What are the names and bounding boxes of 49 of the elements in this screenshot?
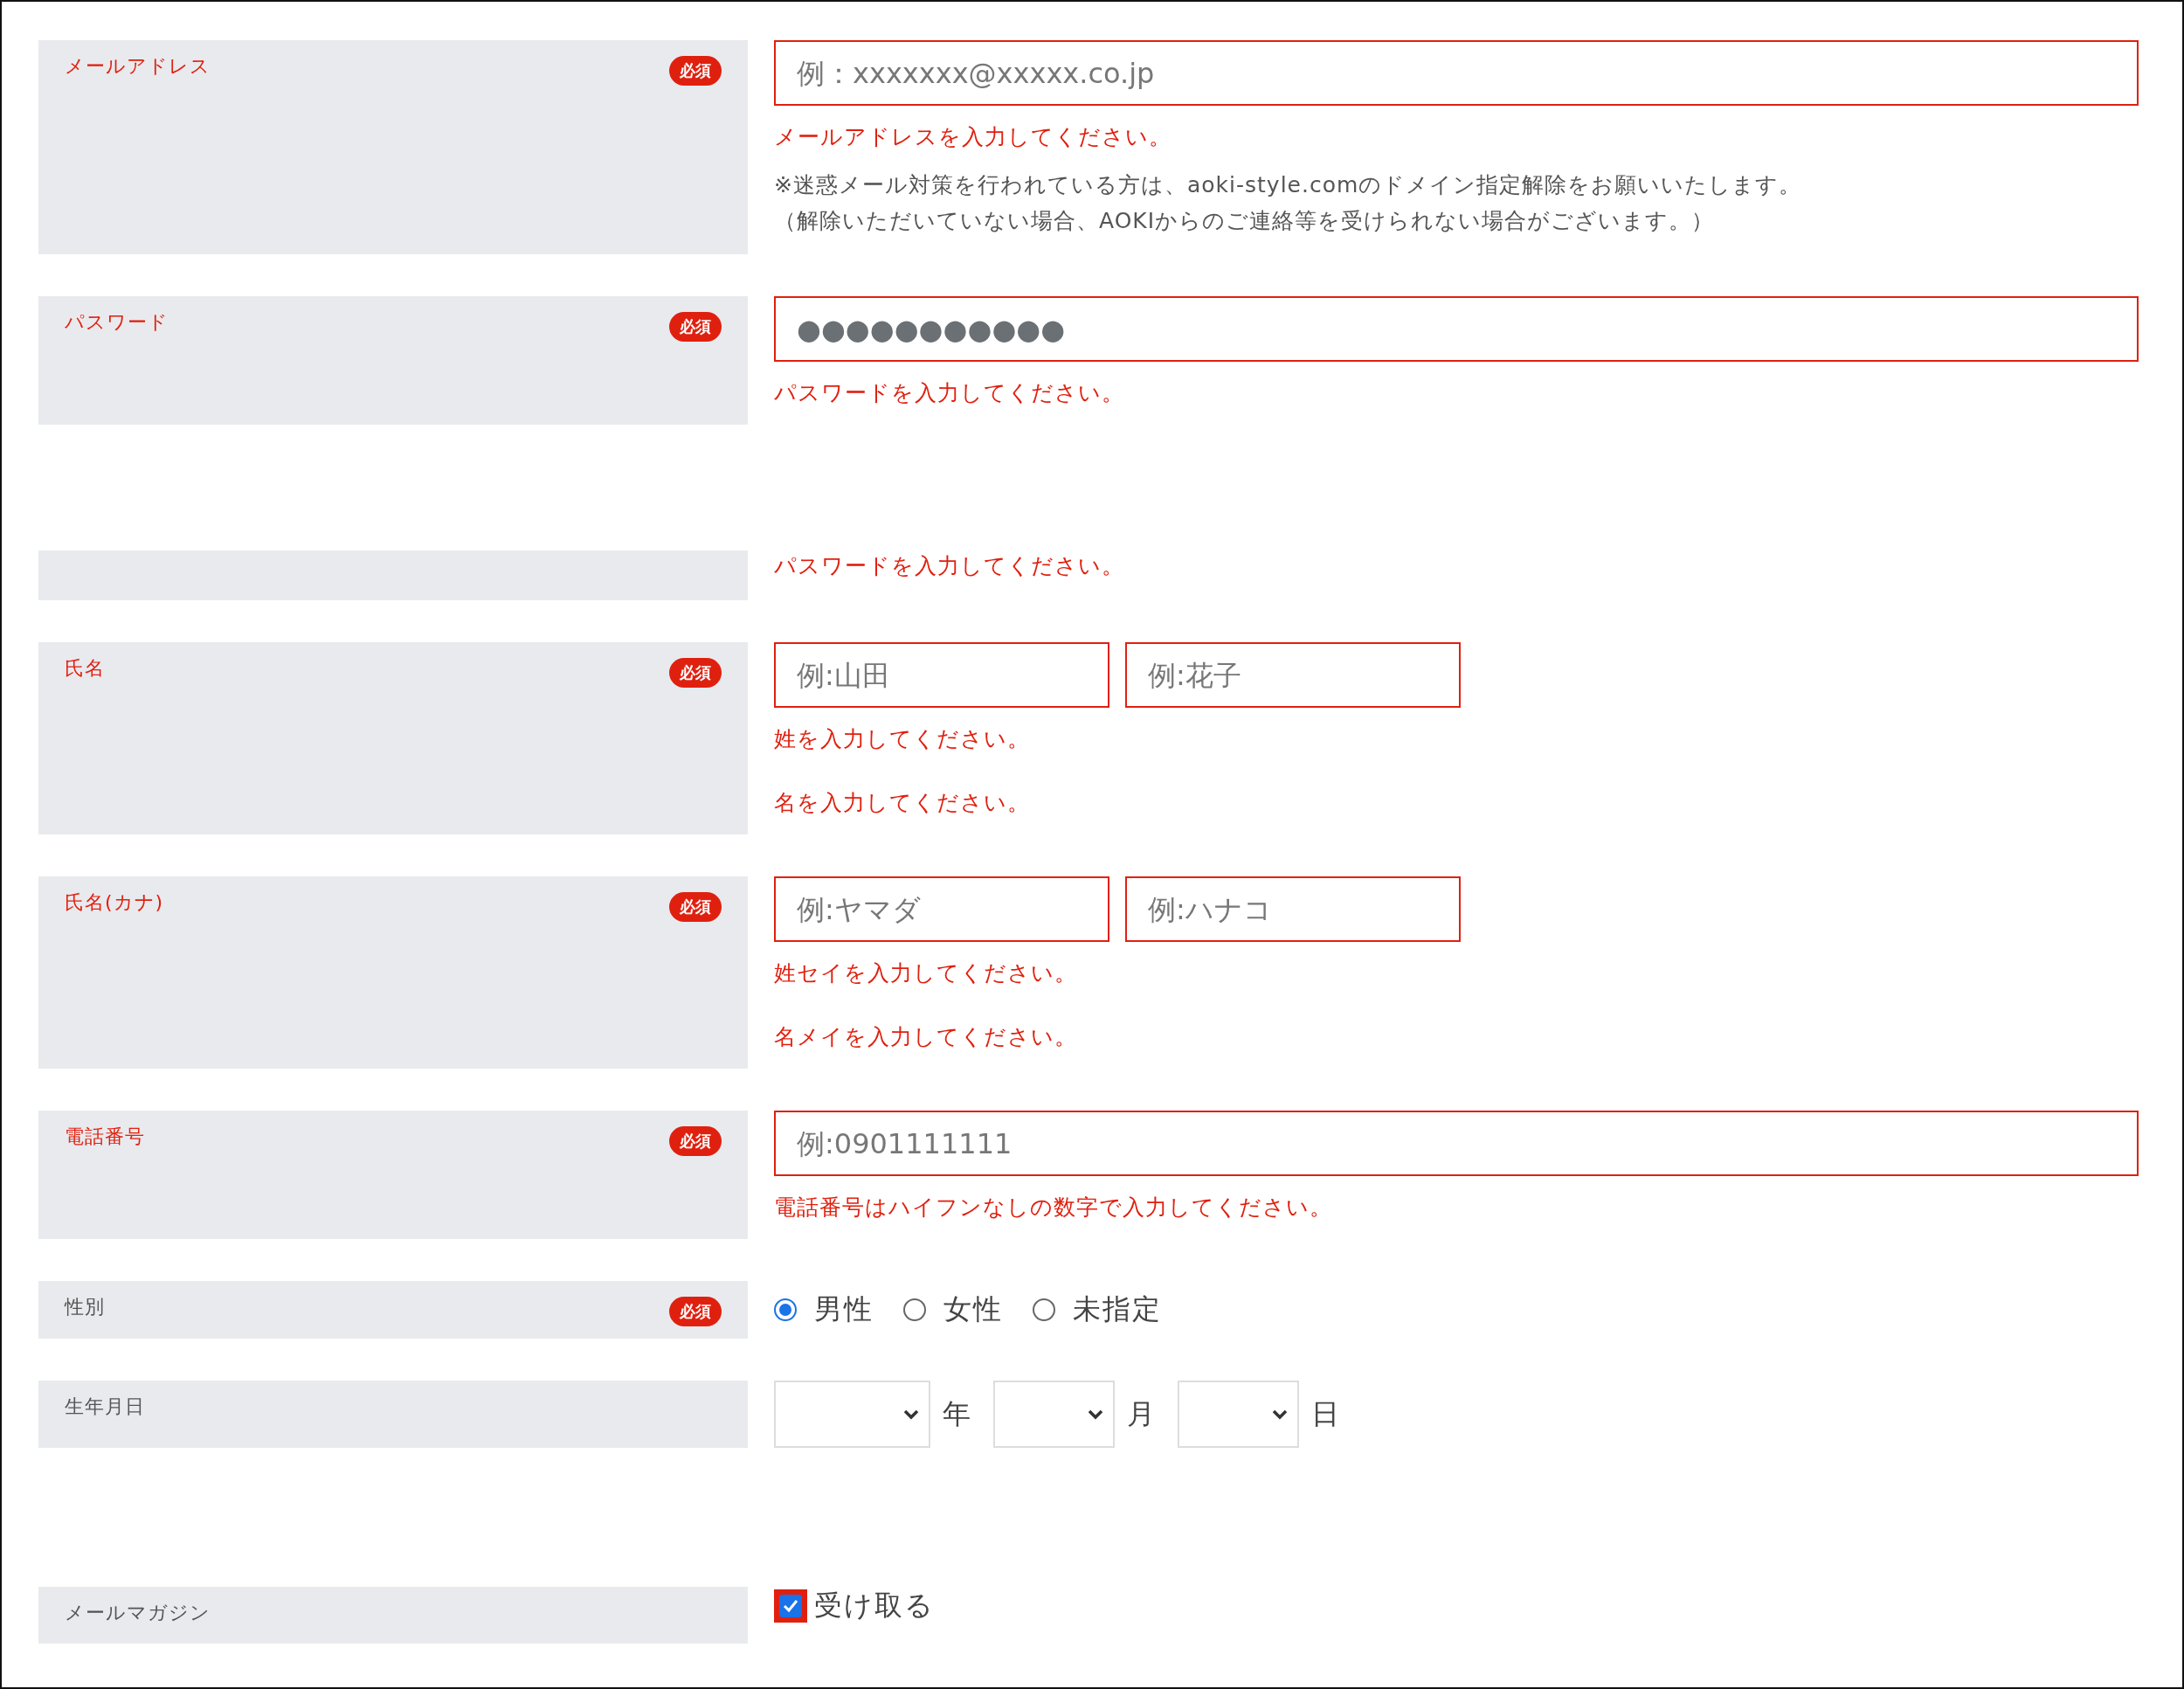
error-message: 名を入力してください。: [774, 789, 1031, 817]
checkbox[interactable]: [774, 1589, 807, 1623]
chevron-down-icon: [902, 1408, 920, 1421]
field-label: 性別: [65, 1295, 105, 1319]
field-label: 電話番号: [65, 1125, 145, 1149]
text-input-field[interactable]: ●●●●●●●●●●●: [774, 296, 2139, 362]
text-input-field[interactable]: 例:ヤマダ: [774, 876, 1109, 942]
chevron-down-icon: [1271, 1408, 1289, 1421]
field-label: 生年月日: [65, 1395, 145, 1419]
required-badge: 必須: [669, 892, 722, 922]
radio-label: 未指定: [1073, 1291, 1162, 1327]
text-input-field[interactable]: 例:山田: [774, 642, 1109, 708]
required-badge: 必須: [669, 1297, 722, 1326]
required-badge: 必須: [669, 658, 722, 688]
radio-label: 女性: [943, 1291, 1003, 1327]
error-message: 名メイを入力してください。: [774, 1023, 1078, 1051]
error-message: 姓セイを入力してください。: [774, 959, 1078, 987]
required-badge: 必須: [669, 1126, 722, 1156]
select-field[interactable]: [1178, 1381, 1299, 1448]
radio-label: 男性: [814, 1291, 874, 1327]
field-label: メールマガジン: [65, 1601, 211, 1625]
radio-button[interactable]: [903, 1298, 926, 1321]
select-field[interactable]: [993, 1381, 1115, 1448]
unit-label: 年: [943, 1395, 971, 1432]
error-message: 姓を入力してください。: [774, 725, 1031, 753]
text-input-field[interactable]: 例：xxxxxxx@xxxxx.co.jp: [774, 40, 2139, 106]
radio-button[interactable]: [774, 1298, 797, 1321]
error-message: 電話番号はハイフンなしの数字で入力してください。: [774, 1194, 1333, 1222]
text-input-field[interactable]: 例:ハナコ: [1125, 876, 1461, 942]
field-label: 氏名: [65, 656, 105, 681]
text-input-field[interactable]: 例:花子: [1125, 642, 1461, 708]
field-label: 氏名(カナ): [65, 890, 164, 915]
unit-label: 日: [1311, 1395, 1339, 1432]
checkmark-icon: [783, 1599, 798, 1613]
checkbox-label: 受け取る: [814, 1588, 935, 1623]
note-text: ※迷惑メール対策を行われている方は、aoki-style.comのドメイン指定解除をお願いいたします。: [774, 171, 1803, 199]
text-input-field[interactable]: 例:0901111111: [774, 1111, 2139, 1176]
unit-label: 月: [1127, 1395, 1155, 1432]
error-message: メールアドレスを入力してください。: [774, 123, 1172, 151]
chevron-down-icon: [1087, 1408, 1104, 1421]
note-text: （解除いただいていない場合、AOKIからのご連絡等を受けられない場合がございます。）: [774, 207, 1716, 235]
field-label: パスワード: [65, 310, 169, 335]
field-label: メールアドレス: [65, 54, 211, 79]
radio-button[interactable]: [1033, 1298, 1055, 1321]
required-badge: 必須: [669, 312, 722, 342]
error-message: パスワードを入力してください。: [774, 552, 1125, 580]
error-message: パスワードを入力してください。: [774, 379, 1125, 407]
select-field[interactable]: [774, 1381, 930, 1448]
required-badge: 必須: [669, 56, 722, 86]
